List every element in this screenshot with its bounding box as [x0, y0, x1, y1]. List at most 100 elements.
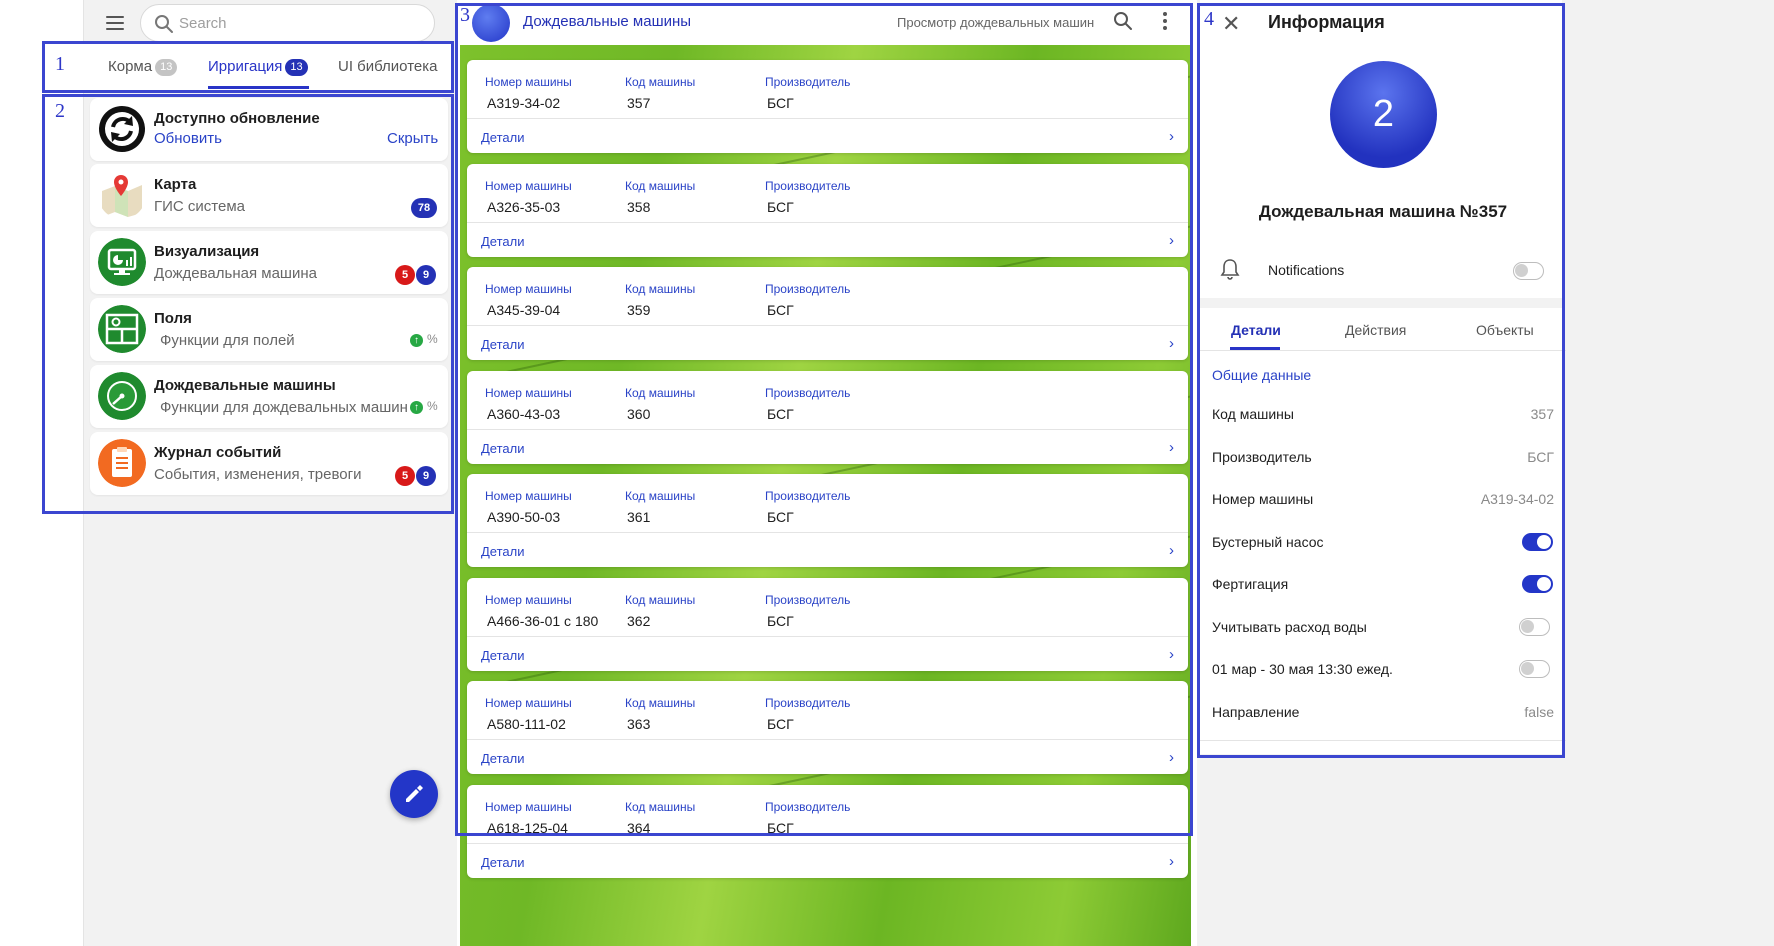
- details-link[interactable]: Детали: [481, 130, 525, 145]
- alert-count-badge: 5: [395, 466, 415, 486]
- annotation-label-2: 2: [55, 100, 65, 122]
- card-divider: [467, 532, 1188, 533]
- machine-code-label: Код машины: [625, 178, 696, 193]
- bell-icon: [1220, 259, 1240, 280]
- arrow-up-icon: ↑: [410, 334, 423, 347]
- tab-irrigation[interactable]: Ирригация 13: [208, 58, 308, 76]
- details-link[interactable]: Детали: [481, 544, 525, 559]
- tab-feed[interactable]: Корма 13: [108, 58, 178, 76]
- app-card-sprinklers[interactable]: Дождевальные машины Функции для дождевал…: [90, 365, 448, 428]
- details-link[interactable]: Детали: [481, 648, 525, 663]
- machine-number-value: А618-125-04: [487, 819, 568, 836]
- details-link[interactable]: Детали: [481, 441, 525, 456]
- notifications-toggle[interactable]: [1513, 262, 1544, 280]
- details-link[interactable]: Детали: [481, 751, 525, 766]
- chevron-right-icon[interactable]: ›: [1169, 439, 1174, 456]
- info-row-value: А319-34-02: [1480, 491, 1554, 507]
- refresh-icon: [99, 106, 145, 152]
- update-available-card: Доступно обновление Обновить Скрыть: [90, 98, 448, 161]
- info-row-toggle[interactable]: [1519, 617, 1550, 636]
- machine-card[interactable]: Номер машины А618-125-04 Код машины 364 Прои…: [467, 784, 1188, 878]
- hamburger-menu-icon[interactable]: [106, 16, 124, 30]
- chevron-right-icon[interactable]: ›: [1169, 232, 1174, 249]
- machine-avatar: 2: [1330, 61, 1437, 168]
- count-badge: 9: [416, 265, 436, 285]
- machine-code-label: Код машины: [625, 799, 696, 814]
- card-divider: [467, 842, 1188, 844]
- trend-indicator: ↑%: [410, 399, 438, 414]
- machines-title: Дождевальные машины: [523, 13, 692, 30]
- machine-card[interactable]: Номер машины А580-111-02 Код машины 363 Прои…: [467, 681, 1188, 774]
- app-card-event-log[interactable]: Журнал событий События, изменения, трево…: [90, 432, 448, 495]
- section-title: Общие данные: [1212, 367, 1312, 383]
- machine-code-value: 358: [627, 198, 651, 215]
- machine-number-label: Номер машины: [485, 696, 572, 710]
- count-badge: 9: [416, 466, 436, 486]
- manufacturer-label: Производитель: [765, 696, 851, 710]
- app-avatar: [472, 4, 510, 42]
- app-title: Дождевальные машины: [154, 377, 336, 394]
- update-button[interactable]: Обновить: [154, 130, 222, 147]
- chevron-right-icon[interactable]: ›: [1169, 542, 1174, 559]
- machine-code-value: 357: [627, 95, 651, 111]
- app-card-fields[interactable]: Поля Функции для полей ↑%: [90, 298, 448, 361]
- machine-number-value: А360-43-03: [487, 405, 561, 422]
- tab-objects[interactable]: Объекты: [1476, 322, 1534, 338]
- card-divider: [467, 635, 1188, 637]
- machine-number-label: Номер машины: [485, 282, 572, 296]
- chevron-right-icon[interactable]: ›: [1169, 128, 1174, 145]
- monitor-chart-icon: [98, 238, 146, 286]
- machine-card[interactable]: Номер машины А390-50-03 Код машины 361 Произ…: [467, 474, 1188, 567]
- info-row-toggle[interactable]: [1522, 532, 1553, 551]
- machines-subtitle: Просмотр дождевальных машин: [897, 15, 1095, 30]
- manufacturer-value: БСГ: [767, 612, 794, 629]
- card-divider: [467, 325, 1188, 326]
- info-row-value: false: [1524, 703, 1554, 720]
- app-card-map[interactable]: Карта ГИС система 78: [90, 164, 448, 227]
- trend-value: %: [427, 399, 438, 413]
- details-link[interactable]: Детали: [481, 855, 525, 870]
- machine-code-label: Код машины: [625, 75, 696, 89]
- chevron-right-icon[interactable]: ›: [1169, 646, 1174, 663]
- app-card-visualization[interactable]: Визуализация Дождевальная машина 5 9: [90, 231, 448, 294]
- manufacturer-label: Производитель: [765, 178, 851, 193]
- details-link[interactable]: Детали: [481, 337, 525, 352]
- dismiss-button[interactable]: Скрыть: [387, 130, 438, 147]
- tab-ui-library[interactable]: UI библиотека: [338, 58, 437, 75]
- info-row-toggle[interactable]: [1519, 660, 1550, 678]
- machine-card[interactable]: Номер машины А326-35-03 Код машины 358 Произ…: [467, 163, 1188, 257]
- machine-number-label: Номер машины: [485, 385, 572, 400]
- details-link[interactable]: Детали: [481, 234, 525, 249]
- search-input[interactable]: [179, 12, 419, 34]
- machine-number-value: А345-39-04: [487, 302, 561, 318]
- machine-code-label: Код машины: [625, 282, 696, 296]
- left-rail: [0, 0, 84, 946]
- search-box[interactable]: [140, 4, 435, 42]
- machine-code-value: 363: [627, 716, 651, 732]
- machine-card[interactable]: Номер машины А319-34-02 Код машины 357 Произ…: [467, 60, 1188, 153]
- panel-bottom-divider: [1200, 740, 1566, 741]
- machine-number-value: А326-35-03: [487, 198, 561, 215]
- tab-details[interactable]: Детали: [1231, 322, 1281, 338]
- more-vertical-icon[interactable]: [1163, 12, 1167, 32]
- tab-count-badge: 13: [285, 59, 308, 76]
- manufacturer-label: Производитель: [765, 282, 851, 296]
- chevron-right-icon[interactable]: ›: [1169, 335, 1174, 352]
- tab-actions[interactable]: Действия: [1345, 322, 1406, 338]
- info-row-toggle[interactable]: [1522, 575, 1553, 593]
- machine-card[interactable]: Номер машины А466-36-01 с 180 Код машины 36…: [467, 577, 1188, 671]
- card-divider: [467, 428, 1188, 430]
- search-icon[interactable]: [1113, 11, 1133, 31]
- close-icon[interactable]: ✕: [1222, 11, 1240, 37]
- machine-number-label: Номер машины: [485, 178, 572, 193]
- tab-count-badge: 13: [155, 59, 178, 76]
- info-title: Информация: [1268, 12, 1385, 32]
- chevron-right-icon[interactable]: ›: [1169, 749, 1174, 766]
- machine-card[interactable]: Номер машины А345-39-04 Код машины 359 Произ…: [467, 267, 1188, 360]
- machine-card[interactable]: Номер машины А360-43-03 Код машины 360 Произ…: [467, 370, 1188, 464]
- machine-number-label: Номер машины: [485, 489, 572, 503]
- info-row-label: 01 мар - 30 мая 13:30 ежед.: [1212, 661, 1393, 677]
- edit-fab-button[interactable]: [390, 770, 438, 818]
- count-badge: 78: [411, 198, 437, 218]
- chevron-right-icon[interactable]: ›: [1169, 853, 1174, 870]
